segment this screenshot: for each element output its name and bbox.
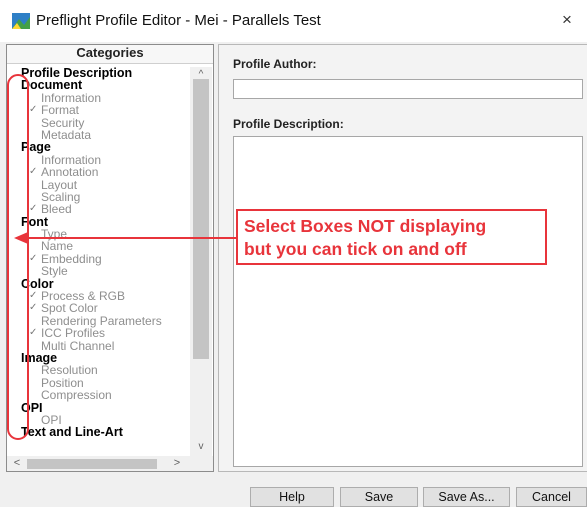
checkmark-icon[interactable]: ✓ [29, 104, 37, 116]
category-group[interactable]: OPI [7, 401, 190, 414]
category-label: Text and Line-Art [21, 425, 123, 440]
save-as-button[interactable]: Save As... [423, 487, 510, 507]
checkmark-icon[interactable]: ✓ [29, 166, 37, 178]
category-item[interactable]: ✓ Embedding [7, 253, 190, 265]
categories-header: Categories [7, 45, 213, 64]
category-item[interactable]: Information [7, 92, 190, 104]
annotation-line-1: Select Boxes NOT displaying [244, 216, 487, 236]
category-item[interactable]: Scaling [7, 191, 190, 203]
profile-description-textarea[interactable] [233, 136, 583, 467]
annotation-line-2: but you can tick on and off [244, 239, 467, 259]
checkmark-icon[interactable]: ✓ [29, 302, 37, 314]
help-button[interactable]: Help [250, 487, 334, 507]
scroll-left-icon[interactable]: < [9, 456, 25, 471]
checkmark-icon[interactable]: ✓ [29, 253, 37, 265]
category-item[interactable]: ✓ Process & RGB [7, 290, 190, 302]
profile-author-input[interactable] [233, 79, 583, 99]
horizontal-scroll-thumb[interactable] [27, 459, 157, 469]
scroll-down-icon[interactable]: v [190, 441, 212, 455]
category-label: Compression [41, 388, 112, 403]
vertical-scroll-thumb[interactable] [193, 79, 209, 359]
horizontal-scrollbar[interactable]: < > [7, 456, 213, 471]
category-item[interactable]: Information [7, 154, 190, 166]
category-item[interactable]: Layout [7, 178, 190, 191]
window-title: Preflight Profile Editor - Mei - Paralle… [36, 12, 321, 29]
category-group[interactable]: Font [7, 215, 190, 228]
category-item[interactable]: ✓ Format [7, 104, 190, 116]
category-group[interactable]: Text and Line-Art [7, 425, 190, 440]
close-icon[interactable]: × [562, 10, 572, 30]
title-bar: Preflight Profile Editor - Mei - Paralle… [0, 0, 587, 42]
app-icon [12, 13, 30, 29]
category-item[interactable]: ✓ Annotation [7, 166, 190, 178]
category-item[interactable]: Type [7, 228, 190, 240]
categories-tree: Profile Description Document Information ✓ F… [7, 67, 190, 457]
vertical-scrollbar[interactable]: ^ v [190, 67, 212, 457]
category-item[interactable]: Resolution [7, 364, 190, 376]
annotation-callout: Select Boxes NOT displaying but you can … [236, 209, 547, 265]
categories-panel: Categories Profile Description Document In… [6, 44, 214, 472]
profile-author-label: Profile Author: [233, 57, 317, 71]
category-item[interactable]: Security [7, 116, 190, 129]
checkmark-icon[interactable]: ✓ [29, 290, 37, 302]
cancel-button[interactable]: Cancel [516, 487, 587, 507]
scroll-right-icon[interactable]: > [169, 456, 185, 471]
annotation-highlight-oval [7, 74, 29, 440]
category-group[interactable]: Image [7, 352, 190, 365]
save-button[interactable]: Save [340, 487, 418, 507]
profile-description-label: Profile Description: [233, 117, 344, 131]
checkmark-icon[interactable]: ✓ [29, 327, 37, 339]
